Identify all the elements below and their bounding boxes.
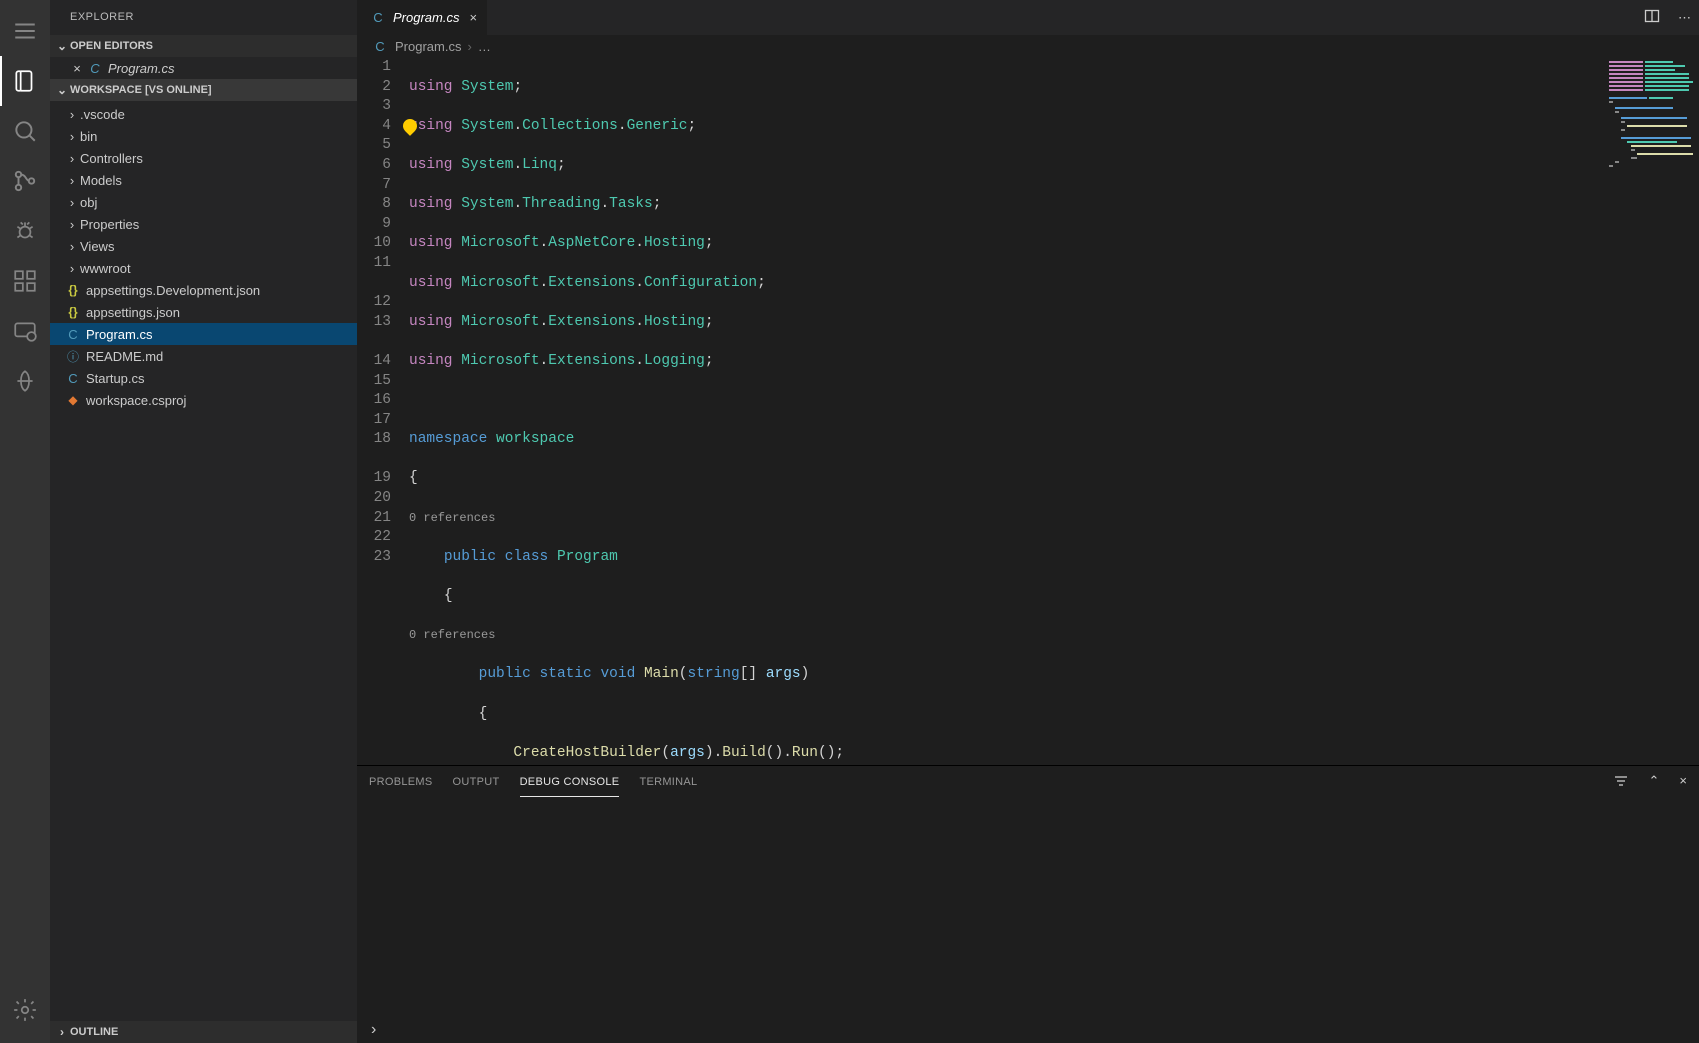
folder-controllers[interactable]: ›Controllers — [50, 147, 357, 169]
file-startup-cs[interactable]: CStartup.cs — [50, 367, 357, 389]
folder-views[interactable]: ›Views — [50, 235, 357, 257]
settings-gear-icon[interactable] — [0, 985, 50, 1035]
more-actions-icon[interactable]: ⋯ — [1678, 10, 1691, 26]
csharp-file-icon: C — [371, 39, 389, 54]
split-editor-icon[interactable] — [1644, 8, 1660, 27]
file-program-cs[interactable]: CProgram.cs — [50, 323, 357, 345]
menu-icon[interactable] — [0, 6, 50, 56]
open-editor-item[interactable]: × C Program.cs — [50, 57, 357, 79]
info-file-icon: ⓘ — [64, 348, 82, 365]
folder-properties[interactable]: ›Properties — [50, 213, 357, 235]
line-number-gutter: 1234567891011 121314151617181920212223 — [357, 58, 409, 765]
csharp-file-icon: C — [64, 327, 82, 342]
close-icon[interactable]: × — [465, 10, 477, 25]
panel-actions: ⌃ × — [1613, 773, 1699, 792]
outline-label: OUTLINE — [70, 1026, 118, 1038]
chevron-right-icon: › — [64, 129, 80, 144]
workspace-header[interactable]: ⌄ WORKSPACE [VS ONLINE] — [50, 79, 357, 101]
file-csproj[interactable]: ◆workspace.csproj — [50, 389, 357, 411]
workspace-label: WORKSPACE [VS ONLINE] — [70, 84, 212, 96]
chevron-right-icon: › — [64, 107, 80, 122]
minimap[interactable] — [1603, 57, 1699, 765]
chevron-right-icon: › — [64, 261, 80, 276]
json-file-icon: {} — [64, 283, 82, 297]
code-editor[interactable]: 1234567891011 121314151617181920212223 u… — [357, 57, 1699, 765]
search-icon[interactable] — [0, 106, 50, 156]
folder-obj[interactable]: ›obj — [50, 191, 357, 213]
json-file-icon: {} — [64, 305, 82, 319]
remote-icon[interactable] — [0, 306, 50, 356]
file-appsettings[interactable]: {}appsettings.json — [50, 301, 357, 323]
chevron-down-icon: ⌄ — [54, 39, 70, 53]
csharp-file-icon: C — [369, 10, 387, 25]
breadcrumb-tail: … — [478, 39, 491, 54]
panel-tabs: PROBLEMS OUTPUT DEBUG CONSOLE TERMINAL ⌃… — [357, 766, 1699, 798]
code-content[interactable]: using System; using System.Collections.G… — [409, 58, 1018, 765]
debug-icon[interactable] — [0, 206, 50, 256]
tab-program-cs[interactable]: C Program.cs × — [357, 0, 488, 35]
panel-tab-terminal[interactable]: TERMINAL — [639, 768, 697, 796]
extensions-icon[interactable] — [0, 256, 50, 306]
folder-models[interactable]: ›Models — [50, 169, 357, 191]
chevron-right-icon: › — [64, 195, 80, 210]
chevron-down-icon: ⌄ — [54, 83, 70, 97]
codelens-class[interactable]: 0 references — [409, 509, 495, 529]
debug-console-body[interactable]: › — [357, 798, 1699, 1043]
explorer-title: EXPLORER — [50, 0, 357, 35]
breadcrumb[interactable]: C Program.cs › … — [357, 35, 1699, 57]
breadcrumb-file: Program.cs — [395, 39, 461, 54]
file-appsettings-dev[interactable]: {}appsettings.Development.json — [50, 279, 357, 301]
open-editors-header[interactable]: ⌄ OPEN EDITORS — [50, 35, 357, 57]
chevron-right-icon: › — [64, 173, 80, 188]
chevron-right-icon: › — [64, 217, 80, 232]
folder-vscode[interactable]: ›.vscode — [50, 103, 357, 125]
project-file-icon: ◆ — [64, 393, 82, 407]
open-editor-filename: Program.cs — [108, 61, 174, 76]
tab-filename: Program.cs — [393, 10, 459, 25]
close-panel-icon[interactable]: × — [1679, 773, 1687, 792]
live-share-icon[interactable] — [0, 356, 50, 406]
close-icon[interactable]: × — [68, 61, 86, 76]
filter-icon[interactable] — [1613, 773, 1629, 792]
activity-bar — [0, 0, 50, 1043]
editor-group: C Program.cs × ⋯ C Program.cs › … 123456… — [357, 0, 1699, 1043]
maximize-panel-icon[interactable]: ⌃ — [1649, 773, 1660, 792]
tab-actions: ⋯ — [1644, 0, 1699, 35]
csharp-file-icon: C — [64, 371, 82, 386]
csharp-file-icon: C — [86, 61, 104, 76]
panel-tab-output[interactable]: OUTPUT — [453, 768, 500, 796]
panel-tab-debug-console[interactable]: DEBUG CONSOLE — [520, 768, 620, 797]
codelens-main[interactable]: 0 references — [409, 626, 495, 646]
bottom-panel: PROBLEMS OUTPUT DEBUG CONSOLE TERMINAL ⌃… — [357, 765, 1699, 1043]
chevron-right-icon: › — [64, 239, 80, 254]
debug-console-prompt: › — [369, 1021, 376, 1043]
file-tree: ›.vscode ›bin ›Controllers ›Models ›obj … — [50, 101, 357, 411]
folder-wwwroot[interactable]: ›wwwroot — [50, 257, 357, 279]
app-root: EXPLORER ⌄ OPEN EDITORS × C Program.cs ⌄… — [0, 0, 1699, 1043]
open-editors-label: OPEN EDITORS — [70, 40, 153, 52]
outline-header[interactable]: › OUTLINE — [50, 1021, 357, 1043]
explorer-sidebar: EXPLORER ⌄ OPEN EDITORS × C Program.cs ⌄… — [50, 0, 357, 1043]
folder-bin[interactable]: ›bin — [50, 125, 357, 147]
explorer-icon[interactable] — [0, 56, 50, 106]
source-control-icon[interactable] — [0, 156, 50, 206]
tab-bar: C Program.cs × ⋯ — [357, 0, 1699, 35]
panel-tab-problems[interactable]: PROBLEMS — [369, 768, 433, 796]
file-readme[interactable]: ⓘREADME.md — [50, 345, 357, 367]
chevron-right-icon: › — [54, 1025, 70, 1039]
chevron-right-icon: › — [467, 39, 471, 54]
chevron-right-icon: › — [64, 151, 80, 166]
